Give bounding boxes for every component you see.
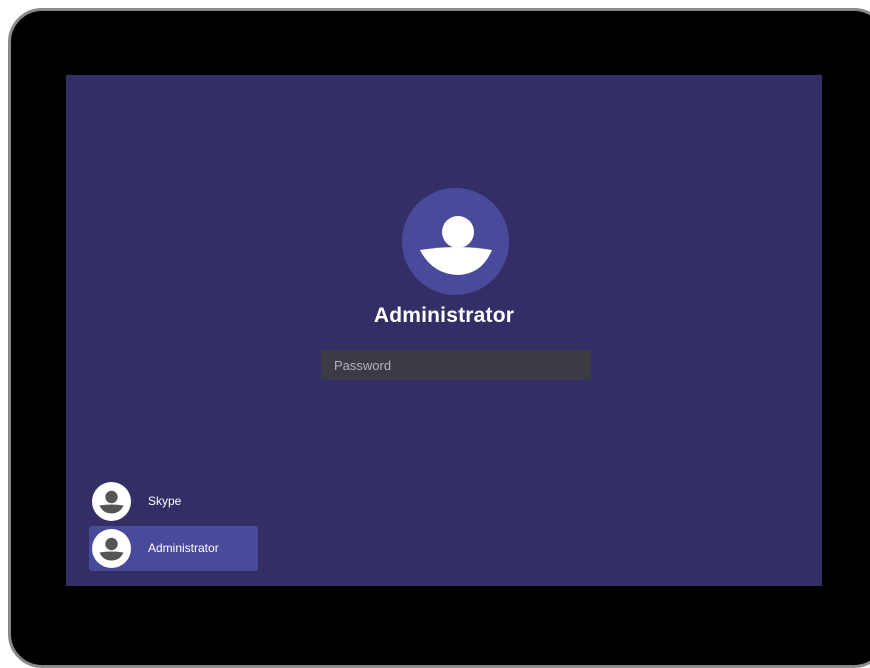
user-item-administrator[interactable]: Administrator <box>89 526 258 571</box>
user-list: Skype Administrator <box>89 479 258 573</box>
user-item-skype[interactable]: Skype <box>89 479 258 524</box>
login-screen: Administrator Skype Administrator <box>66 75 822 586</box>
user-item-label: Administrator <box>148 541 219 555</box>
user-avatar-icon <box>92 529 131 568</box>
user-avatar-icon <box>402 188 509 295</box>
user-avatar-icon <box>92 482 131 521</box>
current-user-name: Administrator <box>373 304 515 327</box>
user-item-label: Skype <box>148 494 182 508</box>
password-input[interactable] <box>321 350 591 380</box>
